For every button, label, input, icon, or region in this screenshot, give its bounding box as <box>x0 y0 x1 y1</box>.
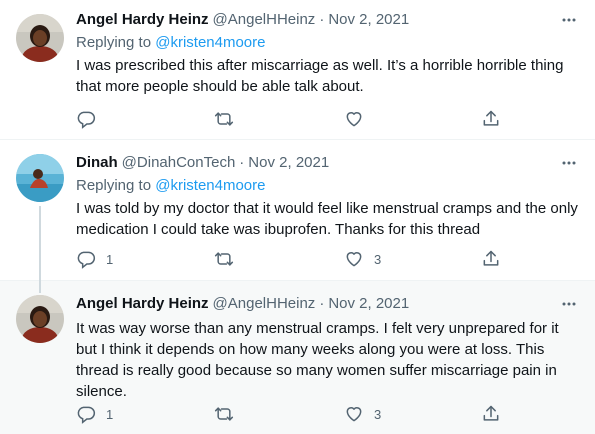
tweet-date[interactable]: Nov 2, 2021 <box>248 153 329 173</box>
reply-button[interactable]: 1 <box>76 248 113 270</box>
author-handle[interactable]: @AngelHHeinz <box>213 10 316 30</box>
tweet-thread: Angel Hardy Heinz @AngelHHeinz · Nov 2, … <box>0 0 595 434</box>
tweet-date[interactable]: Nov 2, 2021 <box>328 10 409 30</box>
author-name[interactable]: Angel Hardy Heinz <box>76 10 209 30</box>
tweet-body: Dinah @DinahConTech · Nov 2, 2021 Replyi… <box>76 153 579 240</box>
share-icon <box>481 404 501 424</box>
avatar[interactable] <box>16 154 64 202</box>
tweet-header: Angel Hardy Heinz @AngelHHeinz · Nov 2, … <box>76 10 579 30</box>
avatar[interactable] <box>16 295 64 343</box>
avatar[interactable] <box>16 14 64 62</box>
thread-connector <box>39 281 41 293</box>
tweet-text-line: but I think it depends on how many weeks… <box>76 341 545 358</box>
like-button[interactable]: 3 <box>344 403 381 425</box>
tweet[interactable]: Dinah @DinahConTech · Nov 2, 2021 Replyi… <box>0 140 595 281</box>
reply-icon <box>76 249 96 269</box>
retweet-button[interactable] <box>214 403 234 425</box>
like-button[interactable]: 3 <box>344 248 381 270</box>
tweet-text-line: It was way worse than any menstrual cram… <box>76 320 559 337</box>
author-handle[interactable]: @AngelHHeinz <box>213 294 316 314</box>
tweet-actions: 1 3 <box>76 248 516 270</box>
tweet-text-line: silence. <box>76 383 127 400</box>
reply-icon <box>76 404 96 424</box>
separator: · <box>319 295 325 312</box>
tweet-header: Angel Hardy Heinz @AngelHHeinz · Nov 2, … <box>76 294 579 314</box>
author-name[interactable]: Angel Hardy Heinz <box>76 294 209 314</box>
retweet-icon <box>214 249 234 269</box>
author-handle[interactable]: @DinahConTech <box>122 153 236 173</box>
tweet-actions <box>76 108 516 130</box>
reply-button[interactable] <box>76 108 106 130</box>
tweet-text-line: I was prescribed this after miscarriage … <box>76 57 564 74</box>
more-horizontal-icon[interactable] <box>559 10 579 30</box>
tweet-text: I was prescribed this after miscarriage … <box>76 55 579 97</box>
like-count: 3 <box>374 406 382 422</box>
share-icon <box>481 249 501 269</box>
retweet-icon <box>214 109 234 129</box>
mention-link[interactable]: @kristen4moore <box>155 177 265 194</box>
reply-button[interactable]: 1 <box>76 403 113 425</box>
tweet-text: It was way worse than any menstrual cram… <box>76 318 579 402</box>
tweet-text: I was told by my doctor that it would fe… <box>76 198 579 240</box>
tweet-body: Angel Hardy Heinz @AngelHHeinz · Nov 2, … <box>76 10 579 97</box>
heart-icon <box>344 404 364 424</box>
share-button[interactable] <box>481 248 501 270</box>
tweet-highlighted[interactable]: Angel Hardy Heinz @AngelHHeinz · Nov 2, … <box>0 281 595 434</box>
tweet[interactable]: Angel Hardy Heinz @AngelHHeinz · Nov 2, … <box>0 0 595 140</box>
separator: · <box>239 154 245 171</box>
tweet-text-line: I was told by my doctor that it would fe… <box>76 200 578 217</box>
mention-link[interactable]: @kristen4moore <box>155 34 265 51</box>
tweet-text-line: thread is really good because so many wo… <box>76 362 557 379</box>
retweet-icon <box>214 404 234 424</box>
more-horizontal-icon[interactable] <box>559 153 579 173</box>
tweet-actions: 1 3 <box>76 403 516 425</box>
share-icon <box>481 109 501 129</box>
tweet-body: Angel Hardy Heinz @AngelHHeinz · Nov 2, … <box>76 294 579 402</box>
share-button[interactable] <box>481 403 501 425</box>
share-button[interactable] <box>481 108 501 130</box>
heart-icon <box>344 109 364 129</box>
like-button[interactable] <box>344 108 364 130</box>
tweet-date[interactable]: Nov 2, 2021 <box>328 294 409 314</box>
heart-icon <box>344 249 364 269</box>
replying-to: Replying to @kristen4moore <box>76 176 579 196</box>
author-name[interactable]: Dinah <box>76 153 118 173</box>
replying-to: Replying to @kristen4moore <box>76 33 579 53</box>
more-horizontal-icon[interactable] <box>559 294 579 314</box>
thread-connector <box>39 206 41 281</box>
reply-count: 1 <box>106 251 114 267</box>
replying-to-label: Replying to <box>76 177 156 194</box>
like-count: 3 <box>374 251 382 267</box>
retweet-button[interactable] <box>214 108 234 130</box>
separator: · <box>319 11 325 28</box>
reply-icon <box>76 109 96 129</box>
tweet-header: Dinah @DinahConTech · Nov 2, 2021 <box>76 153 579 173</box>
replying-to-label: Replying to <box>76 34 156 51</box>
tweet-text-line: that more people should be able talk abo… <box>76 78 364 95</box>
tweet-text-line: medication I could take was ibuprofen. T… <box>76 221 481 238</box>
reply-count: 1 <box>106 406 114 422</box>
retweet-button[interactable] <box>214 248 234 270</box>
